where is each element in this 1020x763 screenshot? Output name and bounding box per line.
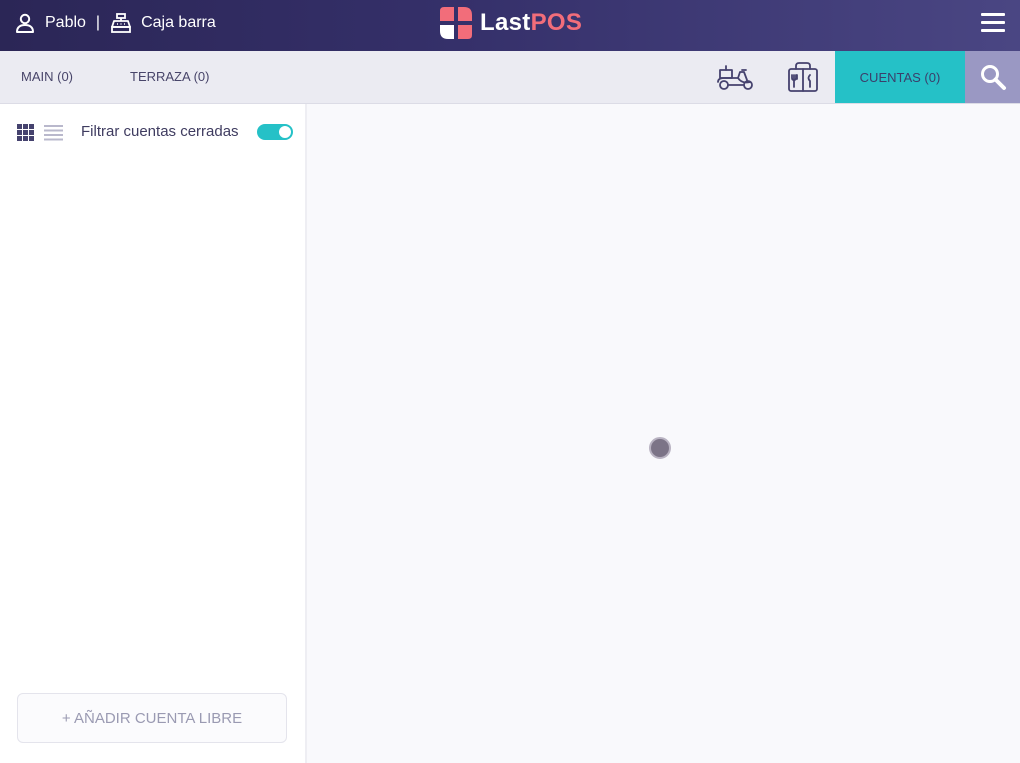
user-info: Pablo | Caja barra: [14, 0, 216, 45]
cash-register-icon: [110, 12, 132, 34]
filter-closed-accounts-toggle[interactable]: [257, 124, 293, 140]
delivery-button[interactable]: [712, 51, 760, 103]
top-header: Pablo | Caja barra LastPOS: [0, 0, 1020, 51]
toggle-knob: [279, 126, 291, 138]
tab-main[interactable]: MAIN (0): [21, 51, 73, 103]
delivery-scooter-icon: [717, 65, 753, 90]
tab-cuentas[interactable]: CUENTAS (0): [835, 51, 965, 103]
hamburger-menu-icon[interactable]: [981, 13, 1005, 33]
accounts-sidebar: Filtrar cuentas cerradas + AÑADIR CUENTA…: [0, 104, 307, 763]
user-name: Pablo: [45, 13, 86, 31]
logo-mark-icon: [440, 7, 472, 39]
add-free-account-button[interactable]: + AÑADIR CUENTA LIBRE: [17, 693, 287, 743]
logo-text-pos: POS: [530, 9, 583, 36]
filter-closed-accounts-label: Filtrar cuentas cerradas: [81, 123, 239, 140]
register-name: Caja barra: [141, 13, 216, 31]
zone-tabbar: MAIN (0) TERRAZA (0) CUENTAS (0): [0, 51, 1020, 104]
logo-text-last: Last: [480, 9, 531, 36]
grid-view-icon[interactable]: [17, 124, 34, 141]
header-separator: |: [95, 13, 101, 31]
takeaway-bag-icon: [788, 62, 818, 92]
person-icon: [14, 12, 36, 34]
loading-spinner: [649, 437, 671, 459]
main-content: [309, 104, 1020, 763]
tab-terraza[interactable]: TERRAZA (0): [130, 51, 209, 103]
takeaway-button[interactable]: [780, 51, 826, 103]
logo-text: LastPOS: [480, 9, 582, 37]
search-icon: [980, 65, 1006, 90]
lastpos-logo: LastPOS: [440, 7, 582, 39]
list-view-icon[interactable]: [44, 124, 63, 141]
search-button[interactable]: [965, 51, 1020, 103]
